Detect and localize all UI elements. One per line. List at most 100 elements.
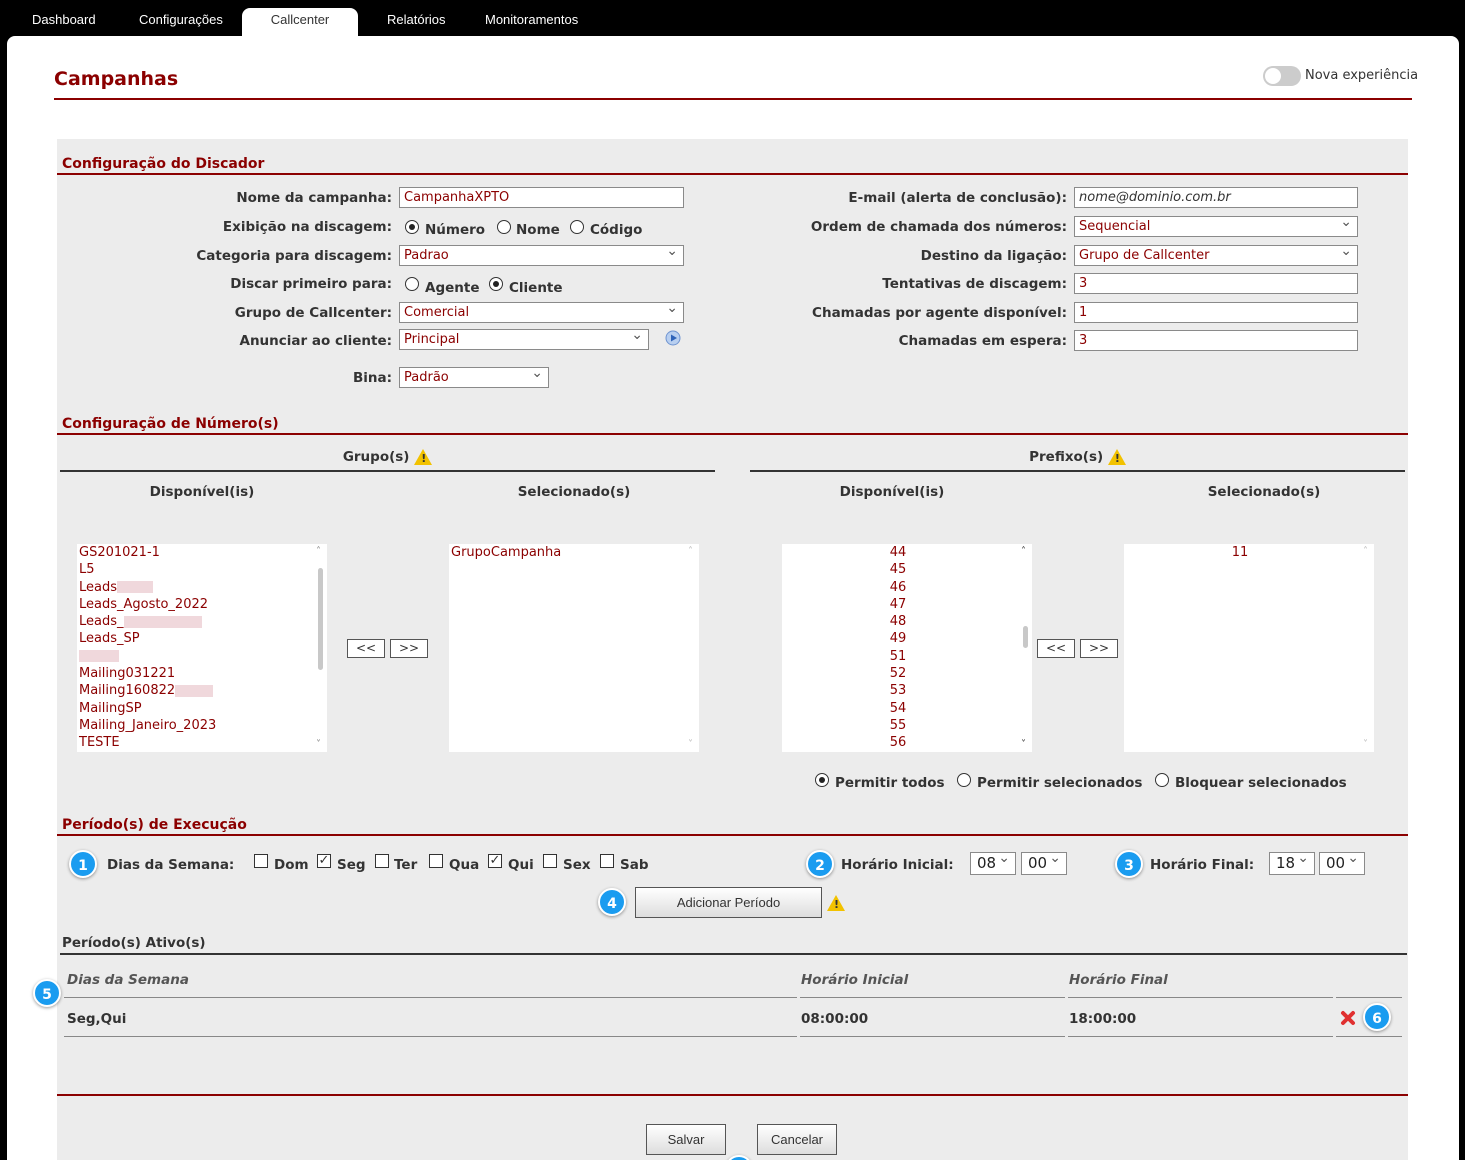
dom-checkbox[interactable] <box>254 854 268 868</box>
list-item[interactable]: 45 <box>782 561 1014 578</box>
bina-select[interactable]: Padrão <box>399 365 549 388</box>
prefixos-selecionados-list[interactable]: 11 ˄ ˅ <box>1124 544 1374 752</box>
ter-label: Ter <box>394 857 418 873</box>
grupo-callcenter-label: Grupo de Callcenter: <box>234 305 392 321</box>
exibicao-numero-radio[interactable] <box>405 220 419 234</box>
grupos-move-right-button[interactable]: >> <box>390 639 428 658</box>
list-item[interactable]: TESTE <box>79 734 327 751</box>
adicionar-periodo-button[interactable]: Adicionar Período <box>635 887 822 918</box>
tab-configuracoes[interactable]: Configurações <box>139 12 223 27</box>
seg-checkbox[interactable]: ✓ <box>317 854 331 868</box>
list-item[interactable]: Leads_ <box>79 613 327 630</box>
grupos-move-left-button[interactable]: << <box>347 639 385 658</box>
list-item[interactable]: L5 <box>79 561 327 578</box>
prefixos-move-left-button[interactable]: << <box>1037 639 1075 658</box>
table-divider <box>64 997 797 998</box>
tab-relatorios[interactable]: Relatórios <box>387 12 446 27</box>
play-icon[interactable] <box>665 330 681 346</box>
nome-campanha-input[interactable]: CampanhaXPTO <box>399 187 684 208</box>
grupos-selecionados-list[interactable]: GrupoCampanha ˄ ˅ <box>449 544 699 752</box>
list-item[interactable]: 49 <box>782 630 1014 647</box>
permitir-selecionados-radio[interactable] <box>957 773 971 787</box>
list-item[interactable]: 46 <box>782 579 1014 596</box>
list-item[interactable]: 55 <box>782 717 1014 734</box>
list-item[interactable]: 52 <box>782 665 1014 682</box>
step-badge-1: 1 <box>69 850 97 878</box>
horario-inicial-minuto-select[interactable]: 00 <box>1021 850 1067 875</box>
list-item[interactable]: Mailing160822 <box>79 682 327 699</box>
prefixos-disponiveis-list[interactable]: 44 45 46 47 48 49 51 52 53 54 55 56 ˄ ˅ <box>782 544 1032 752</box>
sab-checkbox[interactable] <box>600 854 614 868</box>
ordem-select[interactable]: Sequencial <box>1074 214 1358 237</box>
discar-cliente-radio[interactable] <box>489 277 503 291</box>
tab-monitoramentos[interactable]: Monitoramentos <box>485 12 578 27</box>
scrollbar[interactable]: ˄ ˅ <box>1360 544 1374 752</box>
categoria-select[interactable]: Padrao <box>399 243 684 266</box>
list-item[interactable]: Leads_Agosto_2022 <box>79 596 327 613</box>
horario-final-hora-select[interactable]: 18 <box>1269 850 1315 875</box>
list-item[interactable]: 51 <box>782 648 1014 665</box>
chamadas-espera-input[interactable]: 3 <box>1074 330 1358 351</box>
permitir-todos-radio[interactable] <box>815 773 829 787</box>
cancelar-button[interactable]: Cancelar <box>757 1124 837 1155</box>
tentativas-input[interactable]: 3 <box>1074 273 1358 294</box>
list-item[interactable] <box>79 648 327 665</box>
anunciar-select[interactable]: Principal <box>399 327 649 350</box>
delete-icon[interactable] <box>1340 1010 1356 1026</box>
prefixos-divider <box>750 470 1405 472</box>
list-item[interactable]: Mailing_Janeiro_2023 <box>79 717 327 734</box>
qui-label: Qui <box>508 857 534 873</box>
prefixos-move-right-button[interactable]: >> <box>1080 639 1118 658</box>
list-item[interactable]: GrupoCampanha <box>451 544 699 561</box>
exibicao-nome-radio[interactable] <box>497 220 511 234</box>
sex-checkbox[interactable] <box>543 854 557 868</box>
email-input[interactable]: nome@dominio.com.br <box>1074 187 1358 208</box>
grupos-disponiveis-list[interactable]: GS201021-1 L5 Leads Leads_Agosto_2022 Le… <box>77 544 327 752</box>
chamadas-agente-label: Chamadas por agente disponível: <box>812 305 1067 321</box>
scrollbar[interactable]: ˄ ˅ <box>313 544 327 752</box>
periodos-ativos-title: Período(s) Ativo(s) <box>62 935 206 951</box>
list-item[interactable]: 54 <box>782 700 1014 717</box>
section-title-periodo: Período(s) de Execução <box>62 817 247 833</box>
destino-select[interactable]: Grupo de Callcenter <box>1074 243 1358 266</box>
list-item[interactable]: 11 <box>1124 544 1356 561</box>
list-item[interactable]: 53 <box>782 682 1014 699</box>
row-inicio: 08:00:00 <box>801 1011 869 1027</box>
discar-agente-radio[interactable] <box>405 277 419 291</box>
list-item[interactable]: Mailing031221 <box>79 665 327 682</box>
list-item[interactable]: MailingSP <box>79 700 327 717</box>
ativos-divider <box>60 953 1407 955</box>
bloquear-selecionados-radio[interactable] <box>1155 773 1169 787</box>
permitir-selecionados-label: Permitir selecionados <box>977 775 1143 791</box>
qui-checkbox[interactable]: ✓ <box>488 854 502 868</box>
salvar-button[interactable]: Salvar <box>646 1124 726 1155</box>
horario-final-minuto-select[interactable]: 00 <box>1319 850 1365 875</box>
list-item[interactable]: 56 <box>782 734 1014 751</box>
exibicao-codigo-radio[interactable] <box>570 220 584 234</box>
footer-divider <box>57 1094 1408 1096</box>
list-item[interactable]: Leads_SP <box>79 630 327 647</box>
scrollbar[interactable]: ˄ ˅ <box>1018 544 1032 752</box>
nova-experiencia-label: Nova experiência <box>1305 68 1419 83</box>
tab-dashboard[interactable]: Dashboard <box>32 12 96 27</box>
qua-checkbox[interactable] <box>429 854 443 868</box>
col-header-inicio: Horário Inicial <box>801 972 909 988</box>
nova-experiencia-toggle[interactable] <box>1263 66 1301 86</box>
scrollbar[interactable]: ˄ ˅ <box>685 544 699 752</box>
email-label: E-mail (alerta de conclusão): <box>848 190 1067 206</box>
horario-inicial-hora-select[interactable]: 08 <box>970 850 1016 875</box>
grupo-callcenter-select[interactable]: Comercial <box>399 300 684 323</box>
grupos-heading: Grupo(s) <box>60 449 715 465</box>
prefixos-disponiveis-label: Disponível(is) <box>839 484 945 500</box>
ter-checkbox[interactable] <box>375 854 389 868</box>
categoria-label: Categoria para discagem: <box>196 248 392 264</box>
list-item[interactable]: 48 <box>782 613 1014 630</box>
list-item[interactable]: 47 <box>782 596 1014 613</box>
tab-callcenter[interactable]: Callcenter <box>242 8 358 38</box>
list-item[interactable]: 44 <box>782 544 1014 561</box>
discar-primeiro-label: Discar primeiro para: <box>230 276 392 292</box>
top-nav: Dashboard Configurações Callcenter Relat… <box>0 0 1465 38</box>
list-item[interactable]: Leads <box>79 579 327 596</box>
list-item[interactable]: GS201021-1 <box>79 544 327 561</box>
chamadas-agente-input[interactable]: 1 <box>1074 302 1358 323</box>
